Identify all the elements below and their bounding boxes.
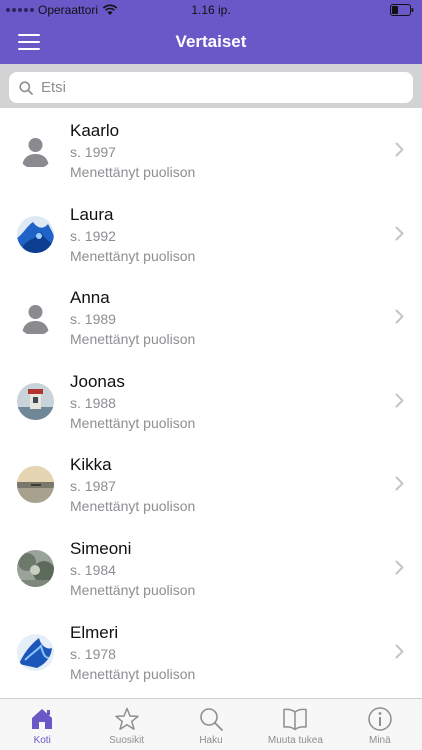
avatar (17, 549, 54, 587)
peer-birth-year: s. 1988 (70, 394, 116, 411)
avatar (17, 215, 54, 253)
avatar (17, 299, 54, 337)
peer-status: Menettänyt puolison (70, 331, 196, 348)
avatar (17, 132, 54, 169)
status-time: 1.16 ip. (191, 3, 231, 17)
peer-status: Menettänyt puolison (70, 581, 196, 598)
list-item[interactable]: Kikka s. 1987 Menettänyt puolison (0, 442, 422, 526)
peer-name: Anna (70, 288, 110, 308)
peer-list: Kaarlo s. 1997 Menettänyt puolison Laura… (0, 108, 422, 698)
list-item[interactable]: Kaarlo s. 1997 Menettänyt puolison (0, 108, 422, 192)
chevron-right-icon (395, 142, 404, 157)
peer-status: Menettänyt puolison (70, 498, 196, 515)
peer-birth-year: s. 1984 (70, 561, 116, 578)
peer-status: Menettänyt puolison (70, 164, 196, 180)
tab-mina[interactable]: Minä (338, 699, 422, 750)
page-title: Vertaiset (175, 32, 247, 51)
info-icon (368, 707, 392, 731)
peer-status: Menettänyt puolison (70, 247, 196, 264)
home-icon (32, 709, 53, 729)
avatar (17, 466, 54, 504)
navigation-bar: Vertaiset (0, 20, 422, 64)
chevron-right-icon (395, 476, 404, 491)
list-item[interactable]: Laura s. 1992 Menettänyt puolison (0, 192, 422, 276)
peer-birth-year: s. 1989 (70, 311, 116, 328)
peer-birth-year: s. 1987 (70, 478, 116, 495)
peer-name: Kikka (70, 455, 112, 475)
list-item[interactable]: Anna s. 1989 Menettänyt puolison (0, 275, 422, 359)
peer-name: Laura (70, 204, 114, 224)
peer-birth-year: s. 1978 (70, 645, 116, 662)
tab-bar: Koti Suosikit Haku Muuta tukea Minä (0, 698, 422, 750)
list-item[interactable]: Simeoni s. 1984 Menettänyt puolison (0, 526, 422, 610)
chevron-right-icon (395, 644, 404, 659)
peer-birth-year: s. 1992 (70, 227, 116, 244)
tab-label: Haku (199, 735, 223, 746)
star-icon (114, 707, 139, 730)
chevron-right-icon (395, 309, 404, 324)
peer-birth-year: s. 1997 (70, 144, 116, 160)
peer-name: Simeoni (70, 538, 132, 558)
list-item[interactable]: Elmeri s. 1978 Menettänyt puolison (0, 610, 422, 694)
peer-name: Elmeri (70, 622, 119, 642)
book-icon (283, 708, 308, 731)
tab-suosikit[interactable]: Suosikit (84, 699, 168, 750)
peer-status: Menettänyt puolison (70, 414, 196, 431)
tab-koti[interactable]: Koti (0, 699, 84, 750)
list-item[interactable]: Joonas s. 1988 Menettänyt puolison (0, 359, 422, 443)
status-bar: Operaattori 1.16 ip. (0, 0, 422, 20)
peer-name: Kaarlo (70, 121, 120, 140)
search-icon (19, 80, 33, 95)
search-bar (0, 64, 422, 108)
chevron-right-icon (395, 226, 404, 241)
battery-icon (390, 4, 414, 16)
tab-label: Muuta tukea (267, 735, 323, 746)
chevron-right-icon (395, 393, 404, 408)
avatar (17, 382, 54, 420)
search-field[interactable] (9, 72, 413, 103)
tab-label: Minä (368, 735, 391, 746)
tab-muuta-tukea[interactable]: Muuta tukea (253, 699, 337, 750)
tab-haku[interactable]: Haku (169, 699, 253, 750)
peer-name: Joonas (70, 371, 125, 391)
search-input[interactable] (41, 79, 381, 96)
tab-label: Koti (33, 735, 51, 746)
chevron-right-icon (395, 560, 404, 575)
search-icon (200, 708, 223, 731)
tab-label: Suosikit (109, 735, 145, 746)
avatar (17, 633, 54, 671)
peer-status: Menettänyt puolison (70, 665, 196, 682)
